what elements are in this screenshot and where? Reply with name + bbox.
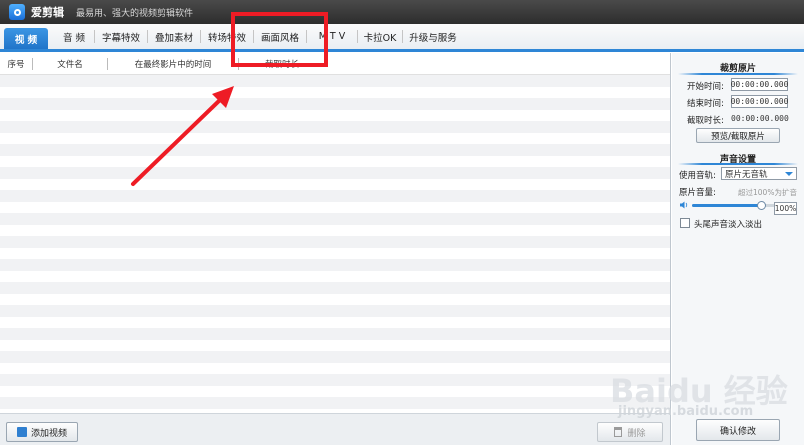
annotation-arrow-icon — [131, 86, 234, 186]
